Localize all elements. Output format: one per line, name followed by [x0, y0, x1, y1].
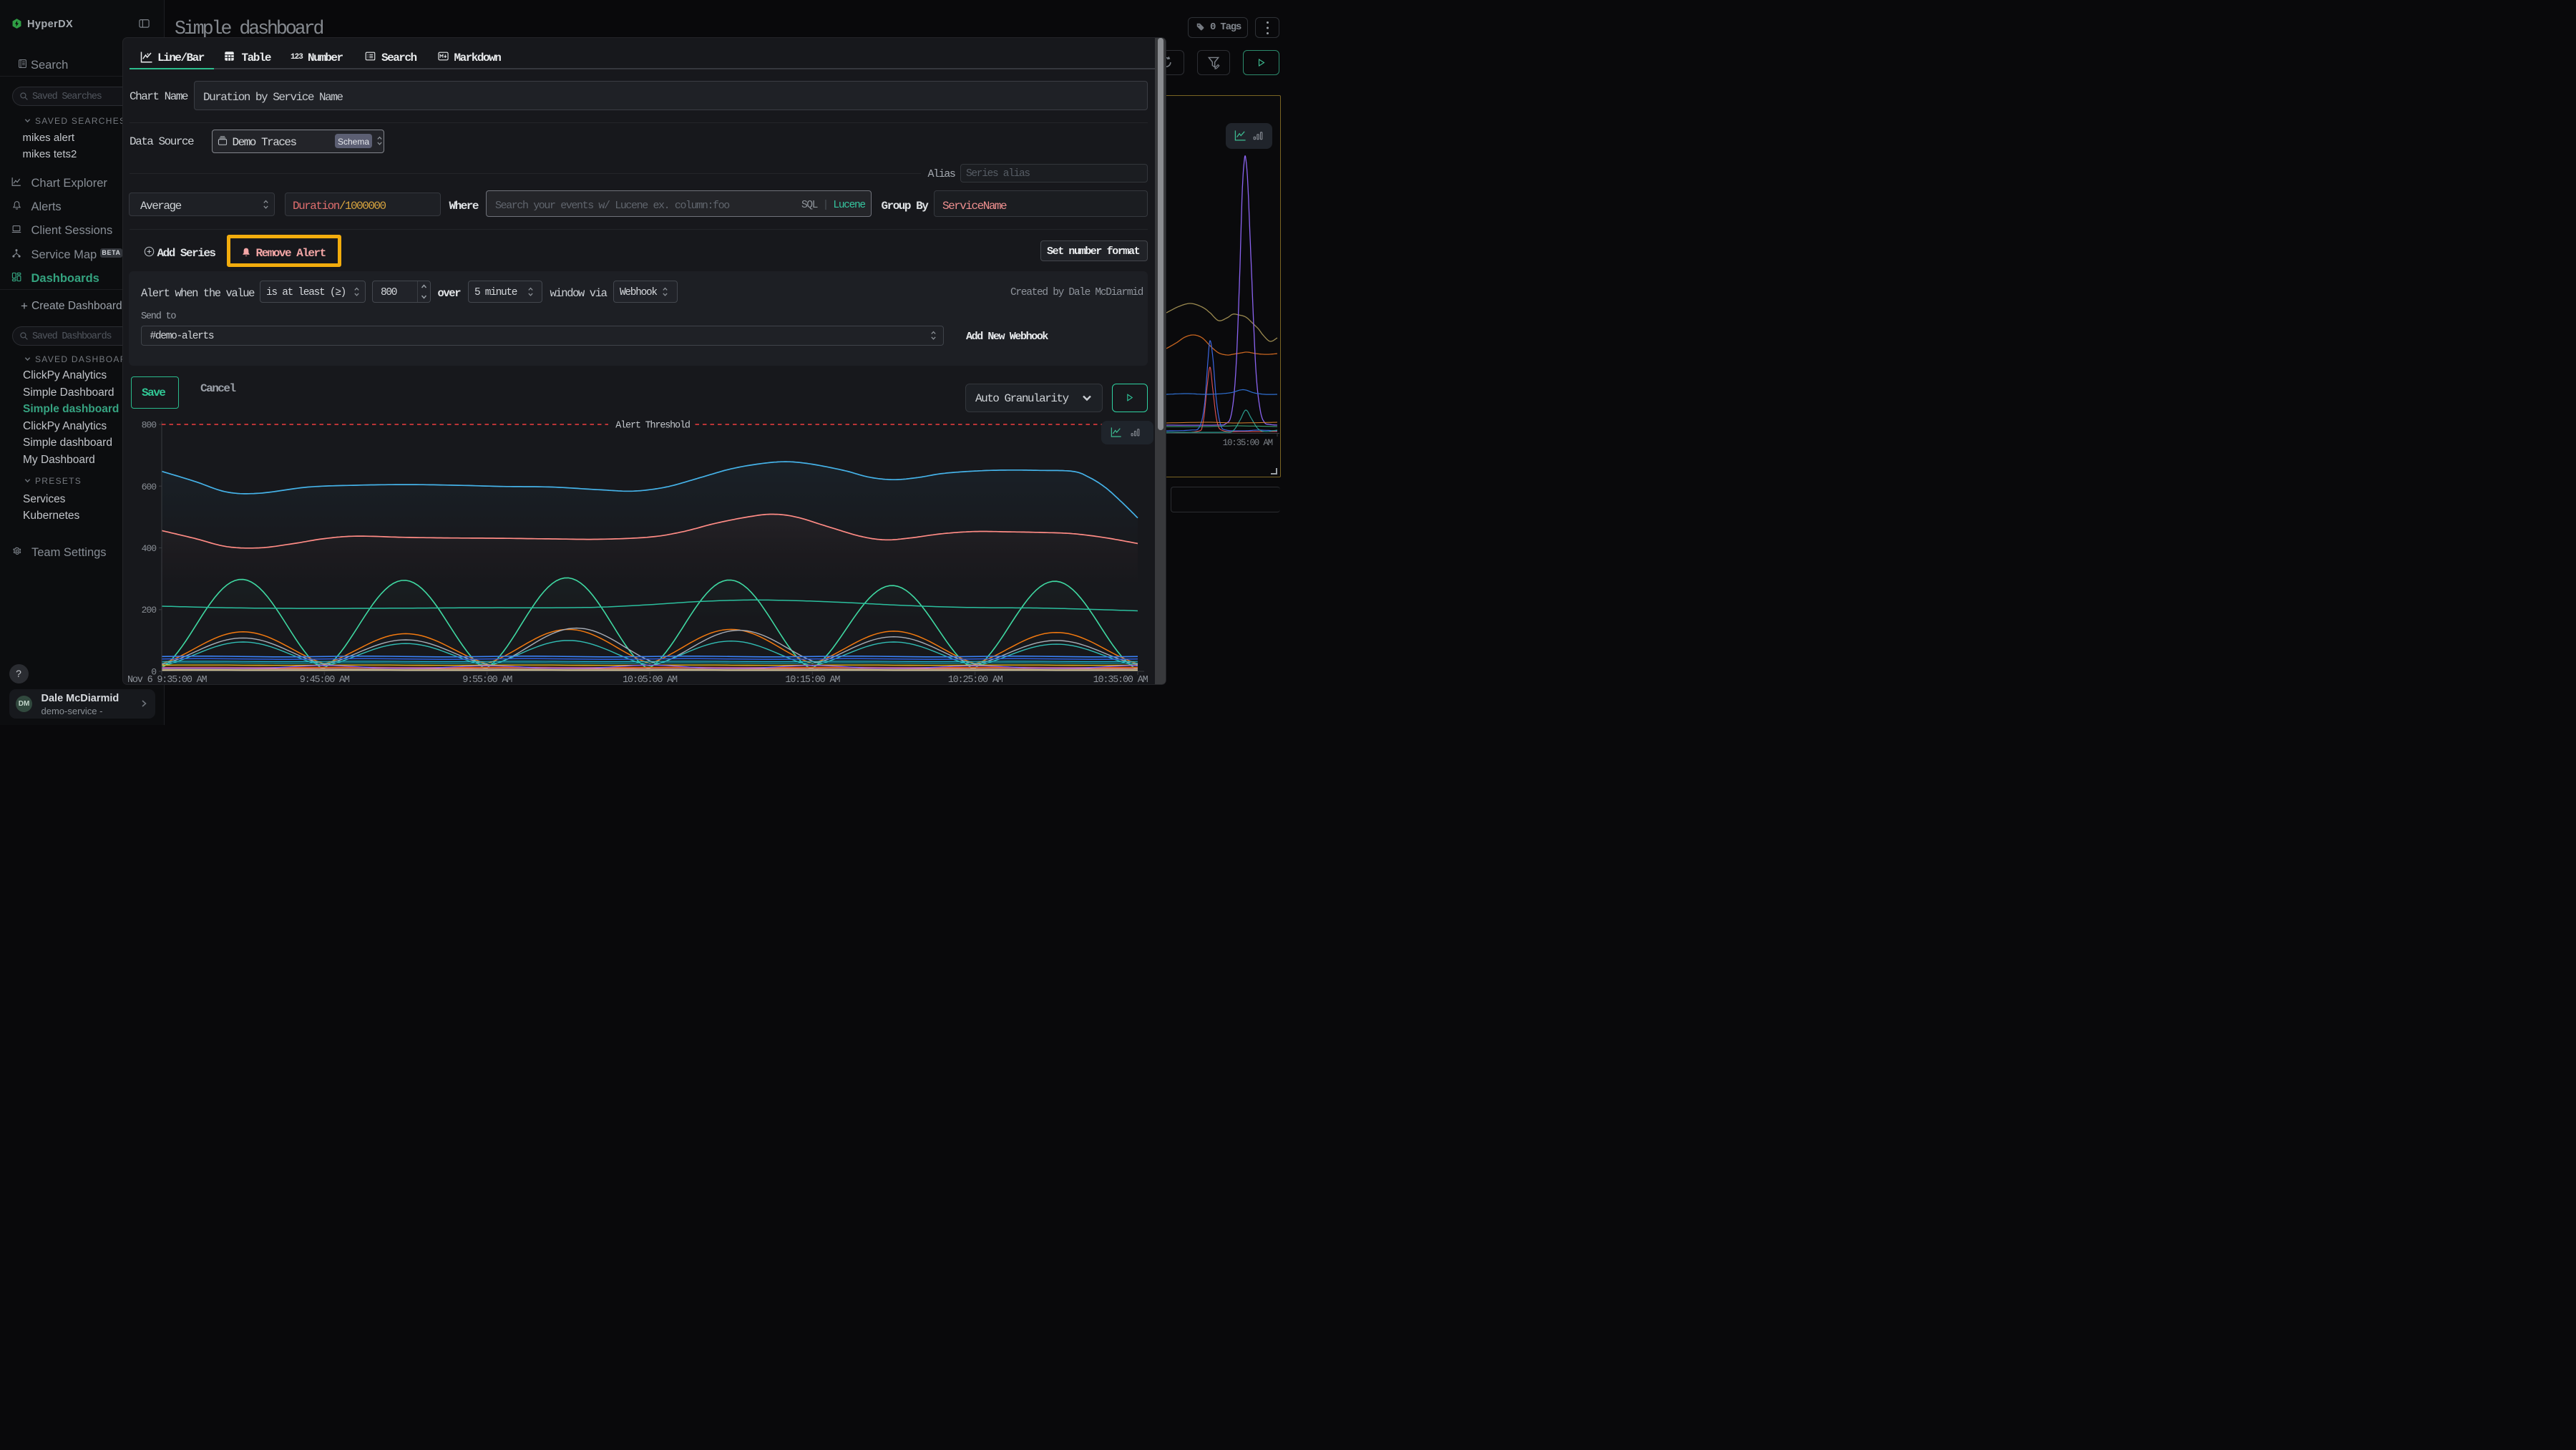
- svg-text:10:35:00 AM: 10:35:00 AM: [1223, 438, 1273, 448]
- svg-text:600: 600: [142, 482, 157, 492]
- svg-text:10:15:00 AM: 10:15:00 AM: [785, 675, 840, 686]
- svg-text:10:35:00 AM: 10:35:00 AM: [1093, 675, 1148, 686]
- svg-text:10:05:00 AM: 10:05:00 AM: [623, 675, 678, 686]
- svg-text:9:45:00 AM: 9:45:00 AM: [300, 675, 350, 686]
- svg-text:400: 400: [142, 543, 157, 554]
- svg-text:9:55:00 AM: 9:55:00 AM: [462, 675, 512, 686]
- svg-text:Nov 6 9:35:00 AM: Nov 6 9:35:00 AM: [127, 675, 208, 686]
- svg-text:10:25:00 AM: 10:25:00 AM: [948, 675, 1003, 686]
- svg-text:800: 800: [142, 420, 157, 431]
- svg-text:Alert Threshold: Alert Threshold: [615, 421, 690, 432]
- svg-text:200: 200: [142, 605, 157, 615]
